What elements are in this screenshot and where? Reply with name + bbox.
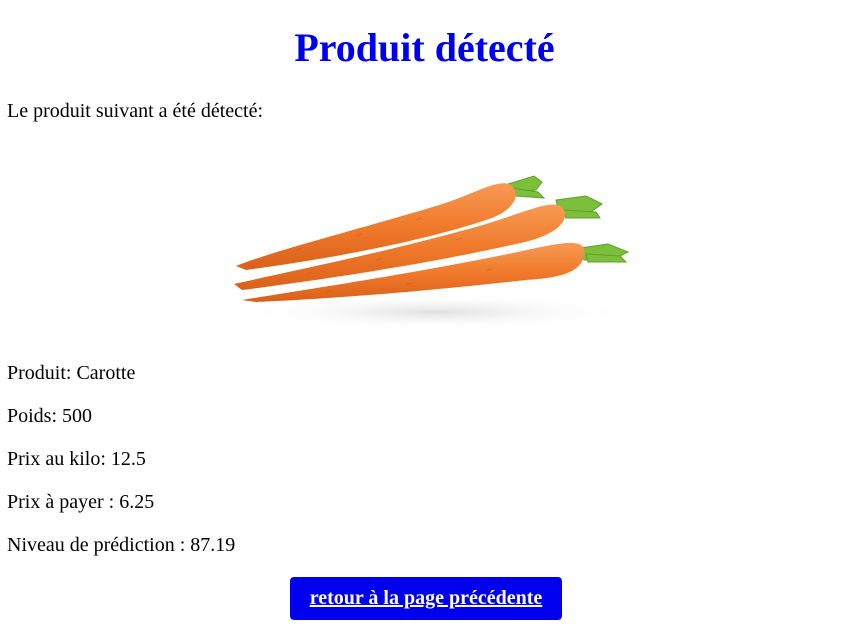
price-per-kilo: Prix au kilo: 12.5	[7, 448, 146, 470]
prediction-level: Niveau de prédiction : 87.19	[7, 534, 236, 556]
product-image	[216, 140, 636, 342]
carrot-icon	[234, 175, 636, 330]
page-title: Produit détecté	[294, 25, 555, 70]
product-name: Produit: Carotte	[7, 362, 136, 384]
price-to-pay: Prix à payer : 6.25	[7, 491, 155, 513]
back-button[interactable]: retour à la page précédente	[290, 577, 562, 620]
product-weight: Poids: 500	[7, 405, 93, 427]
intro-text: Le produit suivant a été détecté:	[7, 100, 264, 122]
